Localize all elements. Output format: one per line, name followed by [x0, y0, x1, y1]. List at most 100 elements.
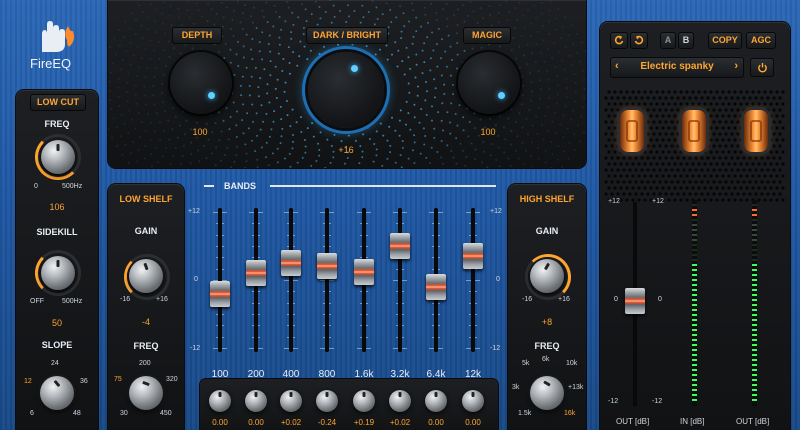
depth-value: 100	[192, 127, 208, 137]
dot-particle	[573, 72, 576, 75]
slope-knob[interactable]	[40, 376, 74, 410]
input-meter-led	[692, 314, 697, 316]
grille-hole	[718, 180, 722, 184]
out-db-label: OUT [dB]	[616, 417, 650, 426]
dot-particle	[522, 14, 525, 17]
high-shelf-freq-mark-5k: 5k	[522, 360, 530, 367]
dot-particle	[564, 45, 567, 48]
grille-hole	[715, 90, 719, 94]
preset-next-icon[interactable]: ›	[734, 60, 738, 72]
high-shelf-title: HIGH SHELF	[519, 194, 575, 204]
power-button[interactable]	[750, 58, 774, 77]
band-value: 0.00	[428, 418, 444, 427]
sidekill-knob[interactable]	[41, 256, 75, 290]
redo-button[interactable]	[630, 32, 648, 49]
grille-hole	[673, 174, 677, 178]
dot-particle	[362, 16, 365, 19]
grille-hole	[775, 174, 779, 178]
dot-particle	[480, 46, 483, 49]
depth-knob[interactable]	[170, 52, 232, 114]
grille-hole	[670, 168, 674, 172]
dot-particle	[128, 27, 131, 30]
dot-particle	[232, 35, 235, 38]
ab-a-button[interactable]: A	[660, 32, 676, 49]
output-meter-led	[752, 219, 757, 221]
grille-hole	[745, 186, 749, 190]
dot-particle	[518, 66, 521, 69]
band-q-knob[interactable]	[245, 390, 267, 412]
band-q-knob[interactable]	[353, 390, 375, 412]
dot-particle	[302, 33, 305, 36]
grille-hole	[655, 150, 659, 154]
dot-particle	[447, 34, 450, 37]
grille-hole	[775, 198, 779, 202]
dot-particle	[122, 59, 125, 62]
dot-particle	[245, 33, 248, 36]
dot-particle	[161, 12, 164, 15]
high-shelf-gain-knob[interactable]	[530, 259, 564, 293]
input-meter-led	[692, 214, 697, 216]
grille-hole	[694, 180, 698, 184]
band-q-knob[interactable]	[316, 390, 338, 412]
grille-hole	[721, 90, 725, 94]
grille-hole	[655, 102, 659, 106]
band-q-pointer	[254, 392, 258, 397]
low-cut-freq-knob[interactable]	[41, 140, 75, 174]
output-fader-cap[interactable]	[625, 288, 645, 314]
dot-particle	[271, 152, 274, 155]
dot-particle	[405, 46, 408, 49]
dot-particle	[443, 83, 446, 86]
grille-hole	[613, 102, 617, 106]
dark-bright-knob[interactable]	[308, 52, 384, 128]
dot-particle	[498, 165, 501, 168]
copy-button[interactable]: COPY	[708, 32, 742, 49]
dot-particle	[518, 112, 521, 115]
band-q-knob[interactable]	[280, 390, 302, 412]
dot-particle	[196, 136, 199, 139]
grille-hole	[712, 108, 716, 112]
grille-hole	[775, 138, 779, 142]
input-meter-led	[692, 359, 697, 361]
grille-hole	[667, 150, 671, 154]
dot-particle	[120, 114, 123, 117]
grille-hole	[700, 96, 704, 100]
grille-hole	[739, 198, 743, 202]
grille-hole	[709, 90, 713, 94]
band-q-knob[interactable]	[209, 390, 231, 412]
grille-hole	[673, 198, 677, 202]
dot-particle	[482, 140, 485, 143]
band-q-knob[interactable]	[462, 390, 484, 412]
dot-particle	[494, 124, 497, 127]
grille-hole	[688, 156, 692, 160]
high-shelf-freq-knob[interactable]	[530, 376, 564, 410]
dot-particle	[326, 138, 329, 141]
dot-particle	[130, 12, 133, 15]
low-shelf-gain-knob[interactable]	[129, 259, 163, 293]
dot-particle	[523, 26, 526, 29]
undo-button[interactable]	[610, 32, 628, 49]
grille-hole	[724, 168, 728, 172]
band-q-knob[interactable]	[389, 390, 411, 412]
dot-particle	[389, 144, 392, 147]
dot-particle	[583, 131, 586, 134]
low-shelf-freq-knob[interactable]	[129, 376, 163, 410]
preset-selector[interactable]: ‹ Electric spanky ›	[610, 57, 744, 78]
grille-hole	[655, 138, 659, 142]
agc-button[interactable]: AGC	[746, 32, 776, 49]
dot-particle	[386, 58, 389, 61]
dot-particle	[473, 112, 476, 115]
dot-particle	[449, 132, 452, 135]
band-q-knob[interactable]	[425, 390, 447, 412]
dot-particle	[533, 4, 536, 7]
dot-particle	[432, 49, 435, 52]
dot-particle	[163, 32, 166, 35]
dot-particle	[417, 85, 420, 88]
magic-knob[interactable]	[458, 52, 520, 114]
ab-b-button[interactable]: B	[678, 32, 694, 49]
preset-prev-icon[interactable]: ‹	[615, 60, 619, 72]
dot-particle	[125, 50, 128, 53]
dot-particle	[248, 94, 251, 97]
dot-particle	[265, 156, 268, 159]
dot-particle	[305, 20, 308, 23]
dot-particle	[411, 42, 414, 45]
